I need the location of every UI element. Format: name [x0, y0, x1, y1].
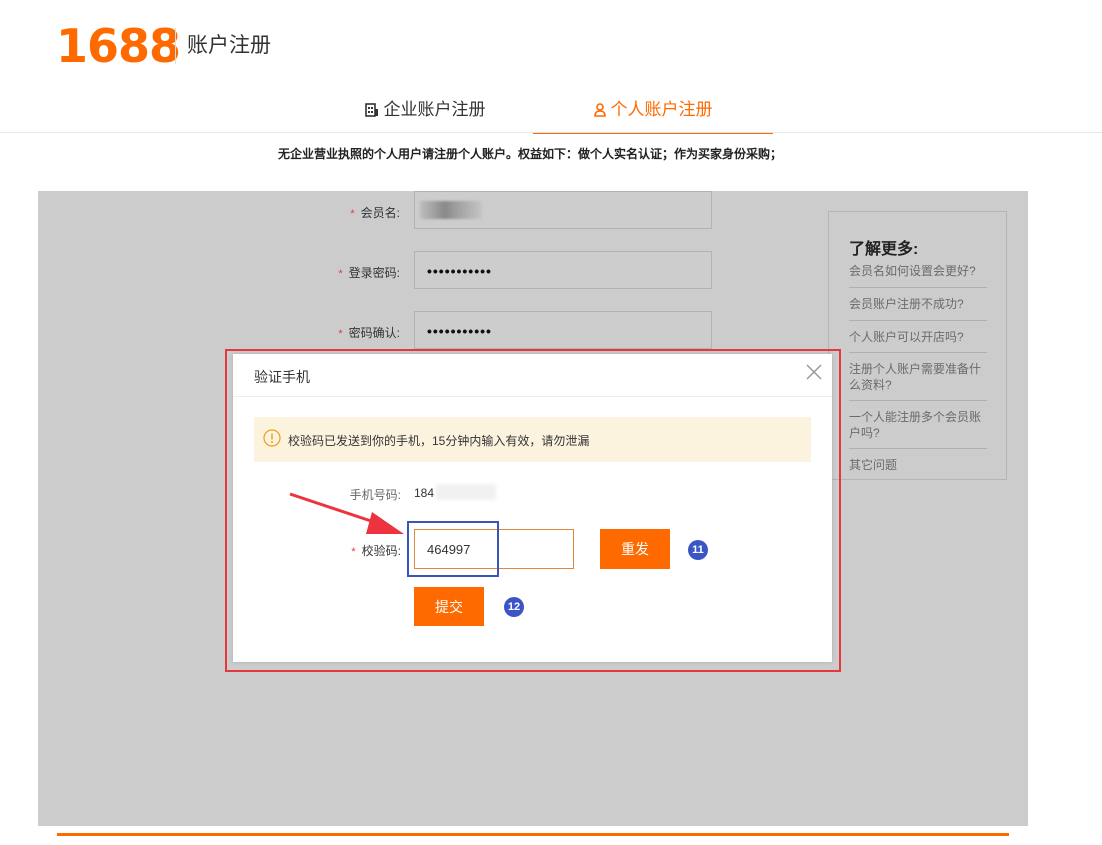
code-label: * 校验码:	[351, 544, 401, 558]
resend-button[interactable]: 重发	[600, 529, 670, 569]
help-link-multiple-accounts[interactable]: 一个人能注册多个会员账户吗?	[849, 409, 987, 441]
code-input-highlight	[407, 521, 499, 577]
tab-personal-register[interactable]: 个人账户注册	[533, 96, 773, 134]
pointer-arrow-icon	[289, 492, 404, 534]
help-divider	[849, 352, 987, 353]
help-link-register-failed[interactable]: 会员账户注册不成功?	[849, 296, 987, 312]
personal-account-notice: 无企业营业执照的个人用户请注册个人账户。权益如下：做个人实名认证；作为买家身份采…	[277, 147, 782, 161]
member-name-redacted	[420, 201, 482, 219]
info-icon	[263, 429, 281, 447]
logo-1688[interactable]: 1688	[56, 18, 181, 74]
help-link-materials[interactable]: 注册个人账户需要准备什么资料?	[849, 361, 987, 393]
step-badge: 12	[504, 597, 524, 617]
close-icon[interactable]	[803, 361, 825, 383]
help-divider	[849, 400, 987, 401]
tab-enterprise-label: 企业账户注册	[383, 100, 486, 119]
confirm-password-input[interactable]: •••••••••••	[414, 311, 712, 349]
password-input[interactable]: •••••••••••	[414, 251, 712, 289]
help-link-other[interactable]: 其它问题	[849, 457, 987, 473]
footer-accent-line	[57, 833, 1009, 836]
step-badge: 11	[688, 540, 708, 560]
phone-redacted	[436, 484, 496, 500]
help-link-member-name[interactable]: 会员名如何设置会更好?	[849, 263, 987, 279]
info-banner-text: 校验码已发送到你的手机，15分钟内输入有效，请勿泄漏	[288, 434, 590, 448]
help-divider	[849, 287, 987, 288]
logo-separator	[175, 28, 176, 64]
help-link-open-store[interactable]: 个人账户可以开店吗?	[849, 329, 987, 345]
password-label: * 登录密码:	[338, 266, 400, 280]
dialog-title: 验证手机	[254, 369, 310, 385]
phone-value: 184	[414, 486, 435, 500]
page-title: 账户注册	[187, 34, 271, 57]
help-divider	[849, 448, 987, 449]
tabs-divider	[0, 132, 1102, 133]
tab-personal-label: 个人账户注册	[610, 100, 713, 119]
dialog-header-divider	[233, 396, 832, 397]
building-icon	[364, 103, 378, 117]
help-divider	[849, 320, 987, 321]
tab-enterprise-register[interactable]: 企业账户注册	[340, 96, 510, 132]
user-icon	[593, 103, 606, 117]
member-name-label: * 会员名:	[350, 206, 400, 220]
help-sidebar-title: 了解更多:	[849, 241, 919, 258]
submit-button[interactable]: 提交	[414, 587, 484, 626]
confirm-password-label: * 密码确认:	[338, 326, 400, 340]
